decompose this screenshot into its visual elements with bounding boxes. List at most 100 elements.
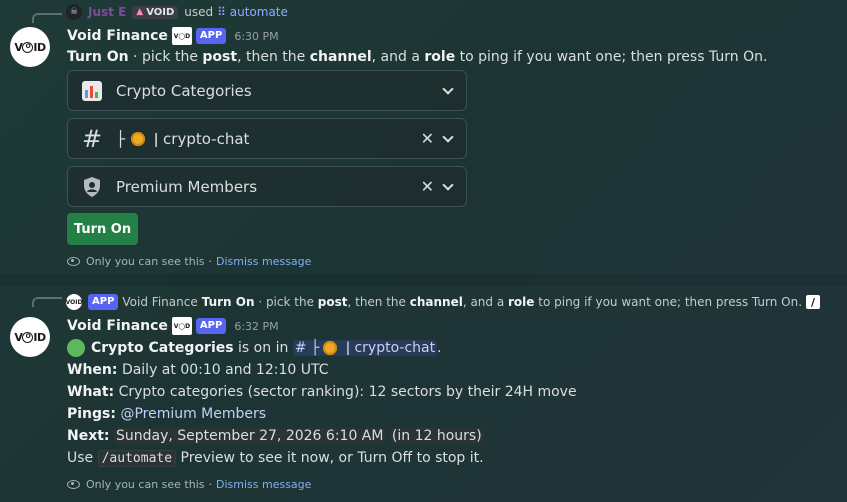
turn-on-button[interactable]: Turn On (67, 213, 138, 245)
pings-line: Pings: @Premium Members (67, 403, 266, 425)
role-select[interactable]: Premium Members ✕ (67, 166, 467, 207)
reply-spine (32, 13, 62, 23)
used-text: used (184, 5, 214, 19)
what-label: What: (67, 384, 115, 400)
server-logo-icon: V◯D (171, 27, 192, 45)
author-name[interactable]: Void Finance (67, 28, 168, 44)
bot-message-confirmation: VOID APP Void Finance Turn On · pick the… (0, 286, 847, 502)
tag-icon: ▲ (136, 7, 144, 17)
reply-preview[interactable]: Turn On · pick the post, then the channe… (202, 295, 802, 309)
select-value: Premium Members (116, 177, 258, 196)
separator-dot: · (208, 254, 213, 268)
channel-name: crypto-chat (354, 340, 436, 356)
use-text: Use (67, 450, 94, 466)
channel-bold: channel (309, 49, 372, 65)
reply-username[interactable]: Just E (88, 5, 126, 19)
next-timestamp[interactable]: Sunday, September 27, 2026 6:10 AM (114, 428, 386, 444)
separator-dot: · (208, 477, 213, 491)
text-segment: to ping if you want one; then press Turn… (455, 49, 768, 65)
turn-on-bold: Turn On (67, 49, 129, 65)
post-bold: post (202, 49, 238, 65)
use-rest-text: Preview to see it now, or Turn Off to st… (180, 450, 484, 466)
timestamp[interactable]: 6:32 PM (234, 320, 278, 333)
app-badge: APP (195, 318, 227, 334)
text-segment: , then the (347, 295, 410, 309)
dismiss-link[interactable]: Dismiss message (216, 255, 311, 268)
server-tag: ▲ VOID (132, 5, 179, 19)
chevron-down-icon[interactable] (442, 178, 454, 191)
slash-command-icon: / (806, 295, 821, 309)
text-segment: , and a (462, 295, 509, 309)
command-reply-header[interactable]: ☠ Just E ▲ VOID used ⠿ automate (66, 4, 288, 20)
post-select[interactable]: Crypto Categories (67, 70, 467, 111)
reply-header[interactable]: VOID APP Void Finance Turn On · pick the… (66, 294, 821, 310)
ephemeral-notice: Only you can see this · Dismiss message (67, 254, 311, 268)
what-line: What: Crypto categories (sector ranking)… (67, 381, 577, 403)
bar-chart-icon (80, 79, 104, 103)
channel-prefix: ├ (310, 340, 320, 356)
text-segment: channel (409, 295, 463, 309)
coin-emoji-icon (131, 132, 146, 146)
server-logo-icon: V◯D (171, 317, 192, 335)
message-header: Void Finance V◯D APP 6:30 PM (67, 26, 279, 46)
green-circle-icon (67, 339, 85, 357)
clear-icon[interactable]: ✕ (421, 129, 434, 148)
command-icon: ⠿ (217, 5, 230, 19)
command-name[interactable]: automate (230, 5, 288, 19)
ephemeral-text: Only you can see this (86, 477, 205, 491)
command-code: /automate (97, 450, 177, 467)
text-segment: post (317, 295, 348, 309)
ephemeral-notice: Only you can see this · Dismiss message (67, 477, 311, 491)
text-segment: to ping if you want one; then press Turn… (534, 295, 803, 309)
user-avatar-mini[interactable]: ☠ (66, 4, 82, 20)
text-segment: is on in (233, 340, 293, 356)
next-label: Next: (67, 428, 110, 444)
ephemeral-text: Only you can see this (86, 254, 205, 268)
select-value: Crypto Categories (116, 81, 252, 100)
pings-label: Pings: (67, 406, 116, 422)
use-line: Use /automate Preview to see it now, or … (67, 447, 484, 470)
bot-avatar[interactable]: V O ID (10, 27, 50, 67)
reply-spine (32, 297, 62, 307)
chevron-down-icon[interactable] (442, 130, 454, 143)
role-shield-icon (80, 175, 104, 199)
relative-time-text: in 12 hours (397, 428, 477, 444)
coin-emoji-icon (323, 341, 338, 355)
channel-prefix: ├ (116, 129, 126, 148)
text-segment: Turn On (201, 295, 255, 309)
chevron-down-icon[interactable] (442, 82, 454, 95)
channel-name: crypto-chat (163, 129, 250, 148)
what-value: Crypto categories (sector ranking): 12 s… (118, 384, 577, 400)
status-line: Crypto Categories is on in # ├ ǀ crypto-… (67, 337, 442, 359)
when-value: Daily at 00:10 and 12:10 UTC (121, 362, 329, 378)
author-name[interactable]: Void Finance (67, 318, 168, 334)
role-mention[interactable]: @Premium Members (120, 406, 266, 422)
bot-avatar[interactable]: V O ID (10, 317, 50, 357)
when-label: When: (67, 362, 118, 378)
channel-separator: ǀ (153, 129, 159, 148)
message-divider (0, 274, 847, 286)
timestamp[interactable]: 6:30 PM (234, 30, 278, 43)
next-line: Next: Sunday, September 27, 2026 6:10 AM… (67, 425, 484, 447)
dismiss-link[interactable]: Dismiss message (216, 478, 311, 491)
text-segment: role (508, 295, 535, 309)
reply-author[interactable]: Void Finance (122, 295, 197, 309)
eye-icon (67, 256, 80, 266)
message-header: Void Finance V◯D APP 6:32 PM (67, 316, 279, 336)
app-badge: APP (195, 28, 227, 44)
channel-select[interactable]: # ├ ǀ crypto-chat ✕ (67, 118, 467, 159)
relative-time[interactable]: (in 12 hours) (389, 428, 484, 444)
text-segment: · pick the (254, 295, 318, 309)
text-segment: , then the (237, 49, 310, 65)
clear-icon[interactable]: ✕ (421, 177, 434, 196)
hash-icon: # (81, 124, 103, 153)
bot-avatar-mini[interactable]: VOID (66, 294, 82, 310)
app-badge: APP (88, 294, 119, 310)
channel-mention[interactable]: # ├ ǀ crypto-chat (292, 340, 438, 356)
automation-name: Crypto Categories (91, 340, 234, 356)
when-line: When: Daily at 00:10 and 12:10 UTC (67, 359, 328, 381)
bot-message-setup: ☠ Just E ▲ VOID used ⠿ automate V O ID Void… (0, 0, 847, 274)
channel-separator: ǀ (345, 340, 350, 356)
text-segment: · pick the (128, 49, 203, 65)
text-segment: , and a (371, 49, 425, 65)
